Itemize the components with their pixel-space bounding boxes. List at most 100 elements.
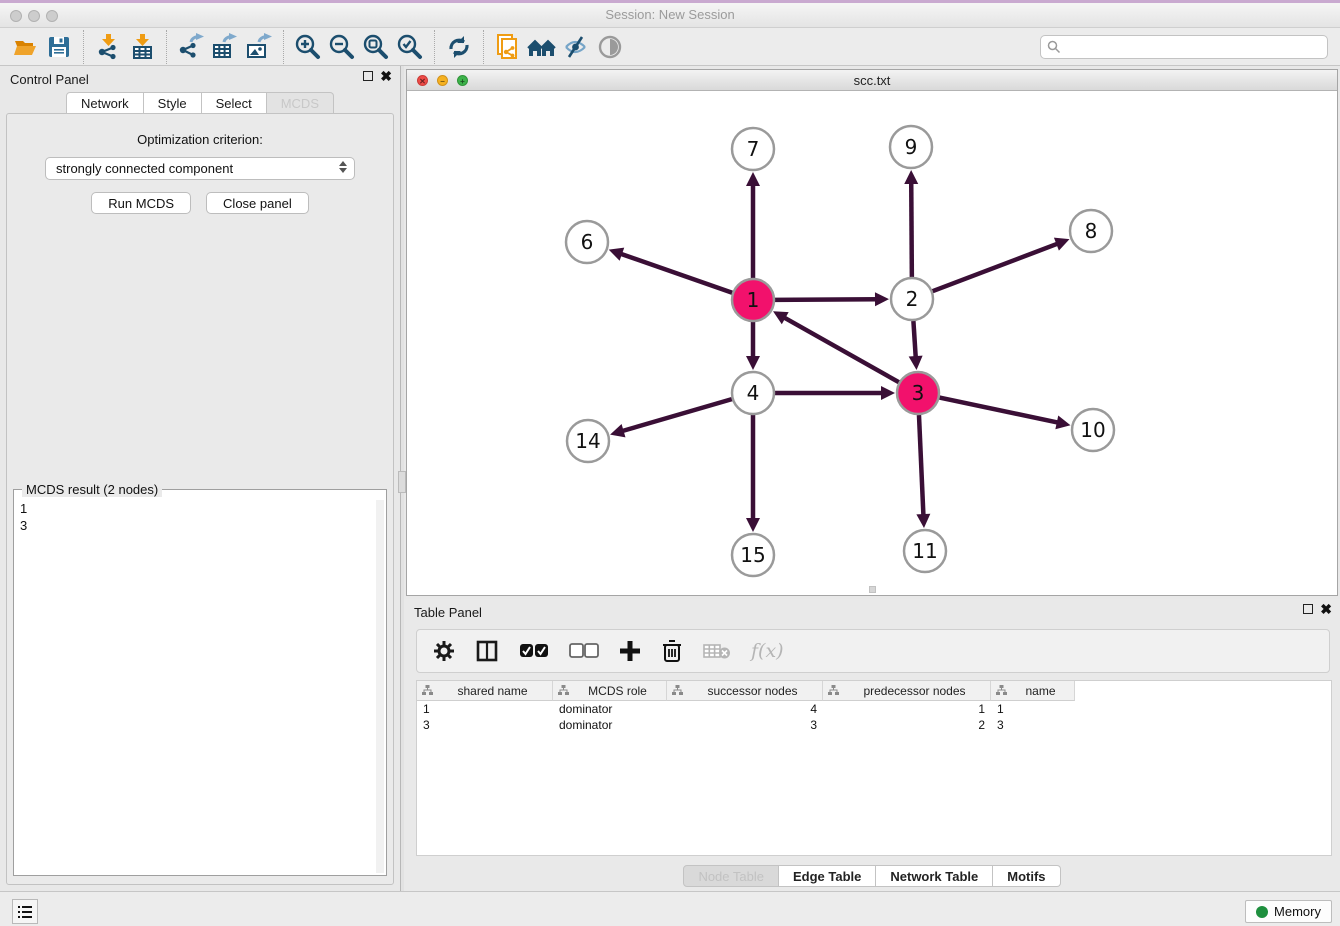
search-input[interactable] — [1061, 40, 1327, 54]
canvas-grip[interactable] — [869, 586, 876, 593]
run-mcds-button[interactable]: Run MCDS — [91, 192, 191, 214]
export-network-icon[interactable] — [174, 31, 208, 63]
table-cell[interactable]: 1 — [417, 701, 553, 717]
column-header-name[interactable]: name — [991, 681, 1075, 701]
table-cell[interactable]: dominator — [553, 701, 667, 717]
tab-motifs[interactable]: Motifs — [993, 865, 1060, 887]
optimization-criterion-dropdown[interactable]: strongly connected component — [45, 157, 355, 180]
tab-node-table[interactable]: Node Table — [683, 865, 779, 887]
graph-node-6[interactable]: 6 — [566, 221, 608, 263]
memory-button[interactable]: Memory — [1245, 900, 1332, 923]
save-session-icon[interactable] — [42, 31, 76, 63]
function-builder-icon[interactable]: f(x) — [751, 640, 784, 662]
table-cell[interactable]: 3 — [991, 717, 1075, 733]
table-row[interactable]: 1dominator411 — [417, 701, 1331, 717]
zoom-in-icon[interactable] — [291, 31, 325, 63]
graph-node-1[interactable]: 1 — [732, 279, 774, 321]
close-table-panel-icon[interactable]: ✖ — [1320, 604, 1332, 614]
mcds-result-group: MCDS result (2 nodes) 1 3 — [13, 489, 387, 876]
delete-column-icon[interactable] — [661, 639, 683, 663]
task-history-button[interactable] — [12, 899, 38, 924]
edge-3-10[interactable] — [940, 398, 1060, 423]
table-cell[interactable]: 3 — [667, 717, 823, 733]
edge-1-6[interactable] — [619, 253, 732, 293]
table-row[interactable]: 3dominator323 — [417, 717, 1331, 733]
close-panel-button[interactable]: Close panel — [206, 192, 309, 214]
tab-style[interactable]: Style — [144, 92, 202, 114]
column-header-MCDS-role[interactable]: MCDS role — [553, 681, 667, 701]
network-window-titlebar[interactable]: ✕ − + scc.txt — [407, 70, 1337, 91]
graph-node-14[interactable]: 14 — [567, 420, 609, 462]
edge-3-1[interactable] — [783, 317, 899, 383]
toolbar-separator — [166, 30, 167, 64]
new-network-icon[interactable] — [491, 31, 525, 63]
sort-icon — [672, 685, 683, 696]
column-header-predecessor-nodes[interactable]: predecessor nodes — [823, 681, 991, 701]
table-cell[interactable]: 2 — [823, 717, 991, 733]
show-hidden-icon[interactable] — [593, 31, 627, 63]
table-cell[interactable]: 1 — [823, 701, 991, 717]
graph-node-10[interactable]: 10 — [1072, 409, 1114, 451]
zoom-out-icon[interactable] — [325, 31, 359, 63]
graph-node-11[interactable]: 11 — [904, 530, 946, 572]
import-network-icon[interactable] — [91, 31, 125, 63]
tab-select[interactable]: Select — [202, 92, 267, 114]
zoom-selected-icon[interactable] — [393, 31, 427, 63]
zoom-fit-icon[interactable] — [359, 31, 393, 63]
tab-network[interactable]: Network — [66, 92, 144, 114]
control-panel-tabs: NetworkStyleSelectMCDS — [0, 92, 400, 114]
float-panel-icon[interactable] — [363, 71, 373, 81]
graph-node-8[interactable]: 8 — [1070, 210, 1112, 252]
table-cell[interactable]: 1 — [991, 701, 1075, 717]
select-all-icon[interactable] — [519, 643, 549, 659]
edge-arrowhead — [916, 514, 930, 528]
delete-table-icon[interactable] — [703, 642, 731, 660]
close-panel-icon[interactable]: ✖ — [380, 71, 392, 81]
table-cell[interactable]: 3 — [417, 717, 553, 733]
edge-4-14[interactable] — [621, 399, 732, 431]
mcds-result-text[interactable]: 1 3 — [16, 500, 376, 873]
edge-2-3[interactable] — [913, 321, 915, 359]
edge-1-2[interactable] — [775, 299, 878, 300]
edge-3-11[interactable] — [919, 415, 924, 517]
hide-selected-icon[interactable] — [559, 31, 593, 63]
search-box[interactable] — [1040, 35, 1328, 59]
columns-icon[interactable] — [475, 639, 499, 663]
result-scrollbar[interactable] — [376, 500, 384, 873]
graph-node-3[interactable]: 3 — [897, 372, 939, 414]
application-window: Session: New Session — [0, 0, 1340, 926]
add-column-icon[interactable] — [619, 640, 641, 662]
tab-mcds[interactable]: MCDS — [267, 92, 334, 114]
graph-node-15[interactable]: 15 — [732, 534, 774, 576]
svg-text:15: 15 — [740, 543, 765, 567]
export-image-icon[interactable] — [242, 31, 276, 63]
refresh-layout-icon[interactable] — [442, 31, 476, 63]
gear-icon[interactable] — [433, 640, 455, 662]
edge-2-8[interactable] — [933, 243, 1060, 291]
network-window-title: scc.txt — [407, 73, 1337, 88]
edge-arrowhead — [1055, 415, 1070, 429]
graph-node-4[interactable]: 4 — [732, 372, 774, 414]
column-header-successor-nodes[interactable]: successor nodes — [667, 681, 823, 701]
tab-edge-table[interactable]: Edge Table — [779, 865, 876, 887]
graph-node-9[interactable]: 9 — [890, 126, 932, 168]
node-table[interactable]: shared nameMCDS rolesuccessor nodesprede… — [416, 680, 1332, 856]
tab-network-table[interactable]: Network Table — [876, 865, 993, 887]
svg-text:7: 7 — [747, 137, 760, 161]
table-cell[interactable]: 4 — [667, 701, 823, 717]
column-header-shared-name[interactable]: shared name — [417, 681, 553, 701]
dropdown-value: strongly connected component — [56, 161, 233, 176]
open-file-icon[interactable] — [8, 31, 42, 63]
deselect-all-icon[interactable] — [569, 643, 599, 659]
mcds-result-legend: MCDS result (2 nodes) — [22, 482, 162, 497]
edge-2-9[interactable] — [911, 181, 912, 277]
float-table-panel-icon[interactable] — [1303, 604, 1313, 614]
graph-node-7[interactable]: 7 — [732, 128, 774, 170]
import-table-icon[interactable] — [125, 31, 159, 63]
network-canvas[interactable]: 7 9 6 8 1 2 4 3 14 10 15 11 — [407, 91, 1337, 595]
export-table-icon[interactable] — [208, 31, 242, 63]
show-all-icon[interactable] — [525, 31, 559, 63]
graph-node-2[interactable]: 2 — [891, 278, 933, 320]
table-cell[interactable]: dominator — [553, 717, 667, 733]
edge-arrowhead — [909, 356, 923, 370]
